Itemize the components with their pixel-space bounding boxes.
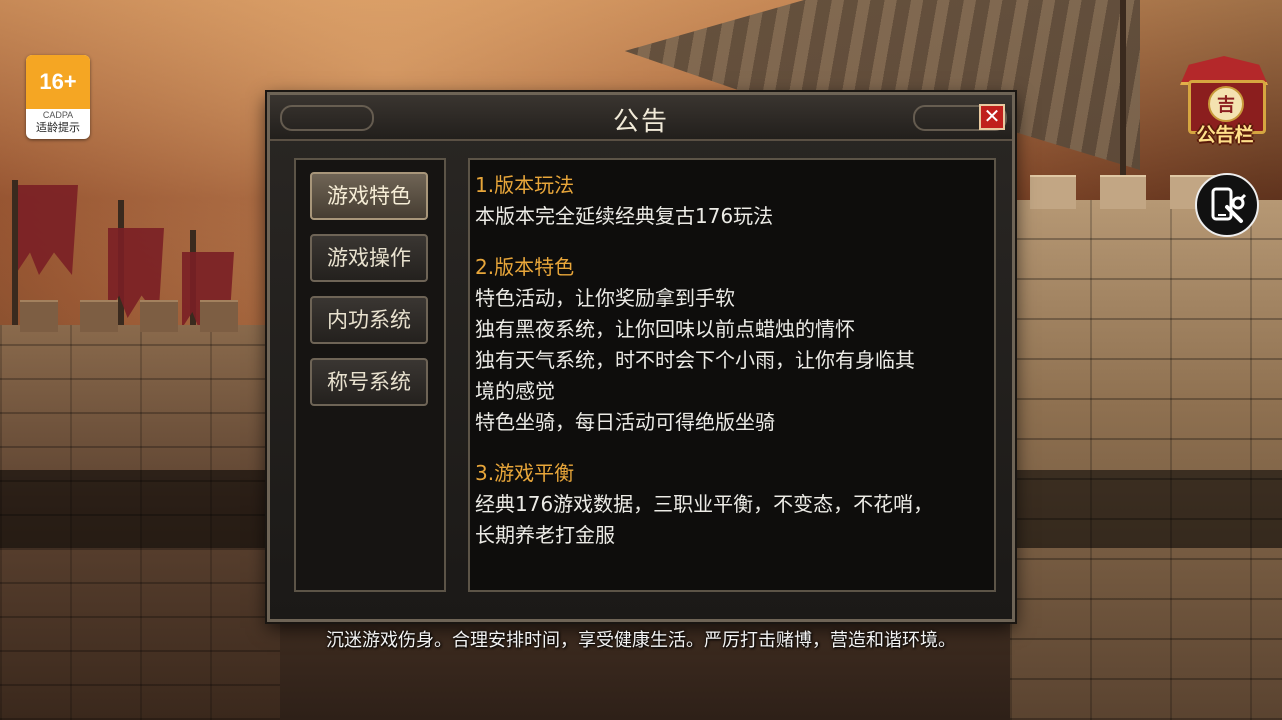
close-button[interactable]: ✕ xyxy=(979,104,1005,130)
battlement xyxy=(140,300,178,332)
battlement xyxy=(1030,175,1076,209)
phone-wrench-icon xyxy=(1211,187,1247,223)
age-rating-badge[interactable]: 16+ CADPA 适龄提示 xyxy=(26,55,90,139)
age-rating-note: 适龄提示 xyxy=(36,121,80,134)
section-title: 2.版本特色 xyxy=(475,255,575,279)
content-section: 2.版本特色 特色活动，让你奖励拿到手软 独有黑夜系统，让你回味以前点蜡烛的情怀… xyxy=(475,252,990,438)
age-rating-org: CADPA xyxy=(42,110,74,120)
content-section: 3.游戏平衡 经典176游戏数据，三职业平衡，不变态，不花哨， 长期养老打金服 xyxy=(475,458,990,551)
age-rating: 16+ xyxy=(26,55,90,109)
battlement xyxy=(200,300,238,332)
section-title: 1.版本玩法 xyxy=(475,173,575,197)
section-line: 独有天气系统，时不时会下个小雨，让你有身临其 xyxy=(475,348,915,372)
tab-title-system[interactable]: 称号系统 xyxy=(310,358,428,406)
battlement xyxy=(1100,175,1146,209)
board-seal-icon: 吉 xyxy=(1208,86,1244,122)
notice-board-label: 公告栏 xyxy=(1196,124,1254,146)
section-title: 3.游戏平衡 xyxy=(475,461,575,485)
battlement xyxy=(20,300,58,332)
announcement-dialog: 公告 ✕ 游戏特色 游戏操作 内功系统 称号系统 1.版本玩法 本版本完全延续经… xyxy=(267,92,1015,622)
section-line: 特色活动，让你奖励拿到手软 xyxy=(475,286,735,310)
tabs-panel: 游戏特色 游戏操作 内功系统 称号系统 xyxy=(294,158,446,592)
phone-repair-button[interactable] xyxy=(1195,173,1259,237)
tab-game-features[interactable]: 游戏特色 xyxy=(310,172,428,220)
section-line: 独有黑夜系统，让你回味以前点蜡烛的情怀 xyxy=(475,317,855,341)
battlement xyxy=(80,300,118,332)
tab-game-controls[interactable]: 游戏操作 xyxy=(310,234,428,282)
notice-board-button[interactable]: 吉 公告栏 xyxy=(1174,52,1276,148)
health-gaming-notice: 沉迷游戏伤身。合理安排时间，享受健康生活。严厉打击赌博，营造和谐环境。 xyxy=(326,630,956,651)
dialog-titlebar: 公告 ✕ xyxy=(270,95,1012,141)
pole xyxy=(12,180,18,340)
content-section: 1.版本玩法 本版本完全延续经典复古176玩法 xyxy=(475,170,990,232)
dialog-title: 公告 xyxy=(612,107,669,137)
section-line: 特色坐骑，每日活动可得绝版坐骑 xyxy=(475,410,775,434)
section-line: 境的感觉 xyxy=(475,379,555,403)
section-line: 长期养老打金服 xyxy=(475,523,615,547)
announcement-content[interactable]: 1.版本玩法 本版本完全延续经典复古176玩法 2.版本特色 特色活动，让你奖励… xyxy=(468,158,996,592)
tab-inner-power-system[interactable]: 内功系统 xyxy=(310,296,428,344)
section-line: 经典176游戏数据，三职业平衡，不变态，不花哨， xyxy=(475,492,934,516)
pole xyxy=(1120,0,1126,180)
section-line: 本版本完全延续经典复古176玩法 xyxy=(475,204,774,228)
